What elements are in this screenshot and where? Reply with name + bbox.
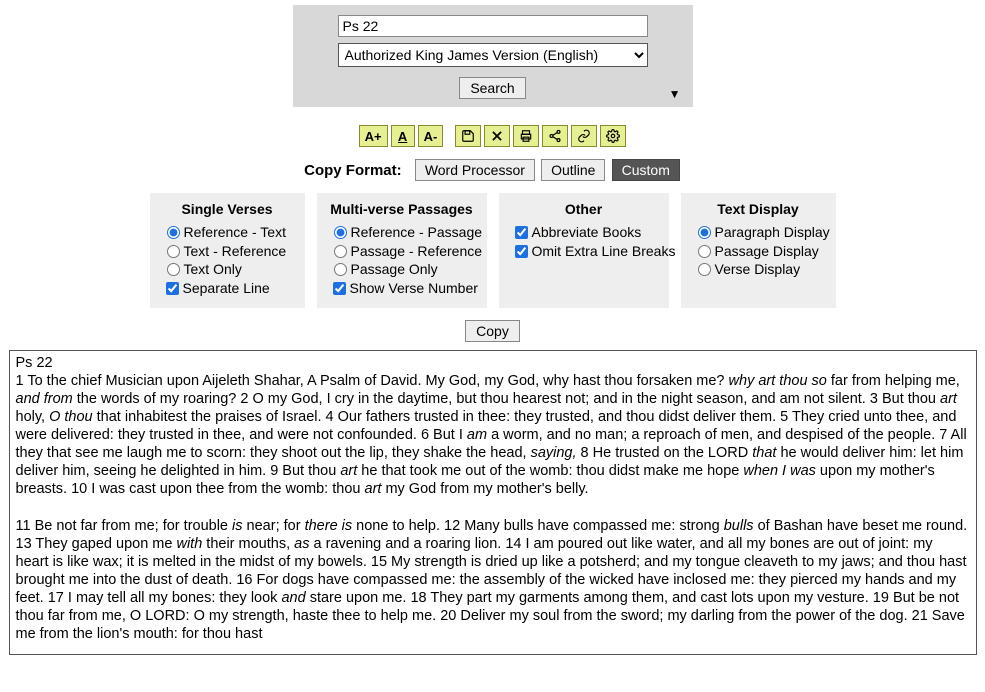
font-increase-button[interactable]: A+	[359, 125, 388, 147]
opt-separate-line[interactable]: Separate Line	[162, 279, 293, 298]
settings-icon[interactable]	[600, 125, 626, 147]
opt-verse-display[interactable]: Verse Display	[693, 260, 824, 279]
panel-title: Single Verses	[162, 201, 293, 217]
opt-omit-line-breaks[interactable]: Omit Extra Line Breaks	[511, 242, 657, 261]
multi-verse-panel: Multi-verse Passages Reference - Passage…	[317, 193, 487, 308]
text-display-panel: Text Display Paragraph Display Passage D…	[681, 193, 836, 308]
copy-format-label: Copy Format:	[304, 162, 402, 179]
format-outline-button[interactable]: Outline	[541, 159, 605, 181]
opt-ref-passage[interactable]: Reference - Passage	[329, 223, 475, 242]
font-decrease-button[interactable]: A-	[418, 125, 444, 147]
search-panel: Authorized King James Version (English) …	[293, 5, 693, 107]
passage-paragraph: 1 To the chief Musician upon Aijeleth Sh…	[16, 373, 967, 498]
copy-button[interactable]: Copy	[465, 320, 520, 342]
print-icon[interactable]	[513, 125, 539, 147]
expand-toggle-icon[interactable]: ▼	[669, 87, 681, 101]
search-button[interactable]: Search	[459, 77, 525, 99]
link-icon[interactable]	[571, 125, 597, 147]
other-panel: Other Abbreviate Books Omit Extra Line B…	[499, 193, 669, 308]
passage-reference: Ps 22	[16, 354, 970, 372]
opt-passage-display[interactable]: Passage Display	[693, 242, 824, 261]
font-reset-button[interactable]: A	[391, 125, 415, 147]
opt-text-only[interactable]: Text Only	[162, 260, 293, 279]
panel-title: Text Display	[693, 201, 824, 217]
toolbar: A+ A A-	[0, 125, 985, 147]
opt-passage-ref[interactable]: Passage - Reference	[329, 242, 475, 261]
options-row: Single Verses Reference - Text Text - Re…	[0, 193, 985, 308]
copy-format-row: Copy Format: Word Processor Outline Cust…	[0, 159, 985, 181]
opt-ref-text[interactable]: Reference - Text	[162, 223, 293, 242]
opt-abbreviate-books[interactable]: Abbreviate Books	[511, 223, 657, 242]
panel-title: Multi-verse Passages	[329, 201, 475, 217]
opt-passage-only[interactable]: Passage Only	[329, 260, 475, 279]
single-verses-panel: Single Verses Reference - Text Text - Re…	[150, 193, 305, 308]
version-select[interactable]: Authorized King James Version (English)	[338, 43, 648, 67]
passage-output[interactable]: Ps 22 1 To the chief Musician upon Aijel…	[9, 350, 977, 655]
format-custom-button[interactable]: Custom	[612, 159, 680, 181]
opt-show-verse-number[interactable]: Show Verse Number	[329, 279, 475, 298]
format-word-processor-button[interactable]: Word Processor	[415, 159, 535, 181]
save-icon[interactable]	[455, 125, 481, 147]
close-icon[interactable]	[484, 125, 510, 147]
passage-paragraph: 11 Be not far from me; for trouble is ne…	[16, 518, 968, 643]
search-input[interactable]	[338, 15, 648, 37]
share-icon[interactable]	[542, 125, 568, 147]
opt-paragraph-display[interactable]: Paragraph Display	[693, 223, 824, 242]
panel-title: Other	[511, 201, 657, 217]
opt-text-ref[interactable]: Text - Reference	[162, 242, 293, 261]
